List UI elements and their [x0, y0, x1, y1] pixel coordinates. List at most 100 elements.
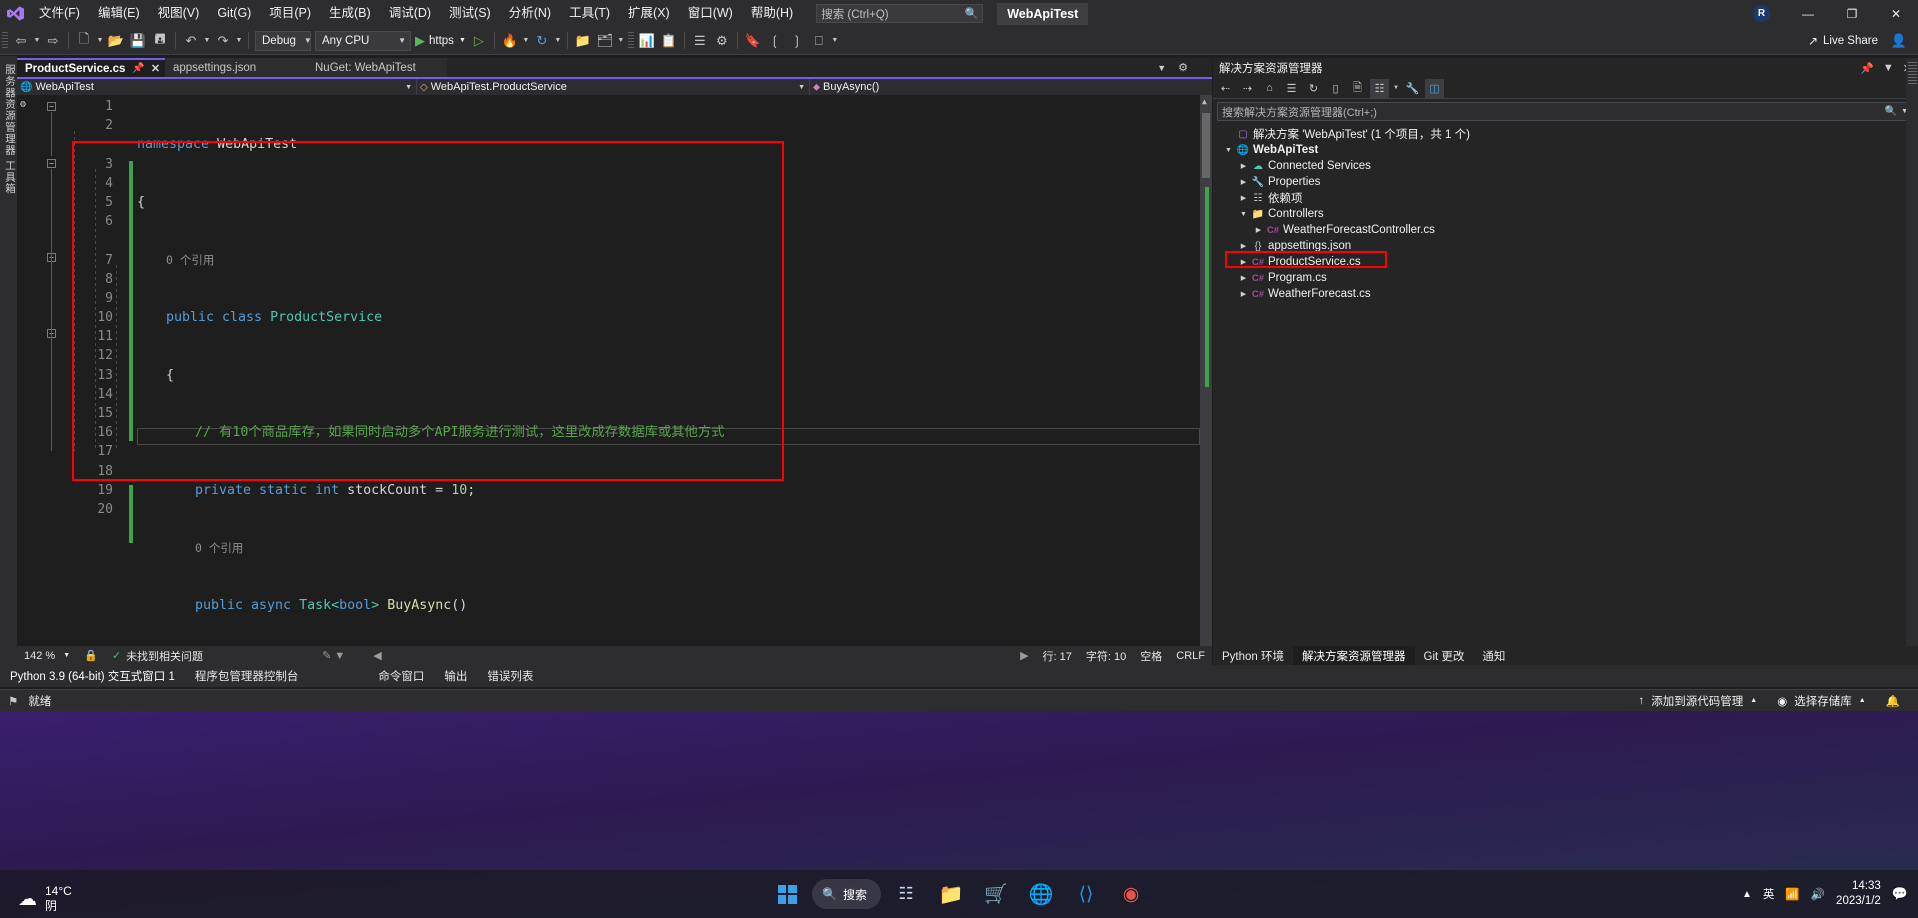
save-all-icon[interactable]: 🖪: [149, 30, 171, 52]
close-button[interactable]: ✕: [1874, 0, 1918, 27]
hot-reload-icon[interactable]: 🔥: [499, 30, 521, 52]
home-icon[interactable]: ⌂: [1260, 79, 1279, 98]
feedback-button[interactable]: 🔔: [1876, 690, 1910, 712]
document-outline-icon[interactable]: ⚙: [20, 99, 26, 110]
error-list-icon[interactable]: ⚙: [711, 30, 733, 52]
panel-menu-icon[interactable]: ▼: [1883, 62, 1894, 75]
collapse-all-icon[interactable]: ▯: [1326, 79, 1345, 98]
clock[interactable]: 14:33 2023/1/2: [1836, 879, 1881, 909]
pin-icon[interactable]: 📌: [132, 63, 144, 74]
tab-git-changes[interactable]: Git 更改: [1415, 646, 1474, 665]
solution-platform-combo[interactable]: Any CPU ▼: [315, 30, 411, 51]
expander-closed-icon[interactable]: ▶: [1237, 194, 1250, 202]
task-view-button[interactable]: ☷: [886, 874, 926, 914]
tree-node-appsettings-json[interactable]: ▶ {} appsettings.json: [1213, 238, 1918, 254]
indentation-indicator[interactable]: 空格: [1133, 648, 1169, 664]
menu-window[interactable]: 窗口(W): [679, 0, 742, 27]
redo-icon[interactable]: ↷: [212, 30, 234, 52]
preview-selected-icon[interactable]: ◫: [1425, 78, 1444, 98]
refresh-suggestions-icon[interactable]: 🔒: [77, 649, 105, 662]
bookmark-clear-icon[interactable]: ⎕: [808, 30, 830, 52]
toolbox-tab[interactable]: 工具箱: [0, 160, 17, 195]
tree-node-properties[interactable]: ▶ 🔧 Properties: [1213, 174, 1918, 190]
expander-closed-icon[interactable]: ▶: [1237, 178, 1250, 186]
solution-configuration-combo[interactable]: Debug ▼: [255, 30, 312, 51]
solution-explorer-icon[interactable]: 📊: [636, 30, 658, 52]
nav-project-dropdown[interactable]: 🌐 WebApiTest ▼: [17, 79, 417, 95]
properties-icon[interactable]: 🔧: [1403, 79, 1422, 98]
store-button[interactable]: 🛒: [976, 874, 1016, 914]
panel-python-interactive[interactable]: Python 3.9 (64-bit) 交互式窗口 1: [0, 665, 185, 687]
expander-open-icon[interactable]: ▼: [1237, 211, 1250, 218]
expander-closed-icon[interactable]: ▶: [1237, 258, 1250, 266]
nav-back-icon[interactable]: ⇠: [1216, 79, 1235, 98]
menu-file[interactable]: 文件(F): [30, 0, 89, 27]
file-explorer-button[interactable]: 📁: [931, 874, 971, 914]
ime-indicator[interactable]: 英: [1763, 886, 1775, 902]
tab-settings-gear-icon[interactable]: ⚙: [1178, 61, 1188, 74]
properties-window-icon[interactable]: 📋: [658, 30, 680, 52]
expander-closed-icon[interactable]: ▶: [1252, 226, 1265, 234]
panel-error-list[interactable]: 错误列表: [477, 665, 543, 687]
pin-icon[interactable]: 📌: [1860, 62, 1874, 75]
nav-forward-icon[interactable]: ⇢: [1238, 79, 1257, 98]
navigate-backward-icon[interactable]: ⇦: [10, 30, 32, 52]
add-to-source-control-button[interactable]: ↑ 添加到源代码管理 ▲: [1629, 690, 1768, 712]
select-repository-button[interactable]: ◉ 选择存储库 ▲: [1767, 690, 1875, 712]
start-button[interactable]: [767, 874, 807, 914]
scroll-left-icon[interactable]: ◀: [366, 649, 388, 662]
scroll-right-icon[interactable]: ▶: [1013, 649, 1035, 662]
expander-closed-icon[interactable]: ▶: [1237, 242, 1250, 250]
collapse-namespace-icon[interactable]: −: [47, 102, 56, 111]
toolbox-icon[interactable]: ☰: [689, 30, 711, 52]
navigate-forward-icon[interactable]: ⇨: [42, 30, 64, 52]
tab-notifications[interactable]: 通知: [1473, 646, 1514, 665]
tree-node-dependencies[interactable]: ▶ ☷ 依赖项: [1213, 190, 1918, 206]
undo-icon[interactable]: ↶: [180, 30, 202, 52]
tab-appsettings-json[interactable]: appsettings.json: [165, 58, 307, 77]
scrollbar-thumb[interactable]: [1202, 113, 1210, 178]
taskbar-search-box[interactable]: 🔍 搜索: [812, 879, 881, 909]
solution-explorer-search-input[interactable]: 搜索解决方案资源管理器(Ctrl+;) 🔍 ▼: [1217, 102, 1912, 121]
refresh-icon[interactable]: ↻: [531, 30, 553, 52]
tab-solution-explorer[interactable]: 解决方案资源管理器: [1293, 646, 1415, 665]
chevron-down-icon[interactable]: ▼: [1392, 79, 1400, 98]
save-icon[interactable]: 💾: [127, 30, 149, 52]
undo-dropdown-icon[interactable]: ▼: [202, 30, 212, 52]
nav-member-dropdown[interactable]: ⬥ BuyAsync(): [810, 79, 1190, 95]
refresh-icon[interactable]: ↻: [1304, 79, 1323, 98]
tab-list-chevron-icon[interactable]: ▼: [1157, 63, 1166, 73]
scroll-up-icon[interactable]: ▲: [1202, 97, 1207, 106]
expander-closed-icon[interactable]: ▶: [1237, 274, 1250, 282]
menu-git[interactable]: Git(G): [208, 0, 260, 27]
menu-analyze[interactable]: 分析(N): [500, 0, 560, 27]
menu-extensions[interactable]: 扩展(X): [619, 0, 679, 27]
line-ending-indicator[interactable]: CRLF: [1169, 650, 1212, 662]
live-share-button[interactable]: ↗ Live Share: [1808, 34, 1878, 48]
live-share-people-icon[interactable]: 👤: [1888, 30, 1910, 52]
weather-widget[interactable]: ☁ 14°C 阴: [18, 884, 72, 914]
edge-button[interactable]: 🌐: [1021, 874, 1061, 914]
menu-edit[interactable]: 编辑(E): [89, 0, 149, 27]
pending-changes-filter-icon[interactable]: ☰: [1282, 79, 1301, 98]
tree-node-productservice-cs[interactable]: ▶ C# ProductService.cs: [1213, 254, 1918, 270]
chrome-button[interactable]: ◉: [1111, 874, 1151, 914]
tray-overflow-icon[interactable]: ▲: [1742, 889, 1752, 900]
expander-closed-icon[interactable]: ▶: [1237, 162, 1250, 170]
start-debug-button[interactable]: ▶ https ▼: [413, 33, 468, 49]
server-explorer-tab[interactable]: 服务器资源管理器: [0, 64, 17, 156]
bookmark-prev-icon[interactable]: ❲: [764, 30, 786, 52]
navigate-backward-dropdown-icon[interactable]: ▼: [32, 30, 42, 52]
notification-center-icon[interactable]: 💬: [1892, 886, 1908, 902]
code-lens-reference-1[interactable]: 0 个引用: [137, 251, 1200, 270]
bookmark-next-icon[interactable]: ❳: [786, 30, 808, 52]
tree-node-weatherforecastcontroller[interactable]: ▶ C# WeatherForecastController.cs: [1213, 222, 1918, 238]
global-search-input[interactable]: 搜索 (Ctrl+Q) 🔍: [816, 4, 984, 23]
zoom-level-combo[interactable]: 142 % ▼: [17, 650, 77, 662]
panel-output[interactable]: 输出: [434, 665, 477, 687]
issues-indicator[interactable]: ✓ 未找到相关问题: [105, 648, 210, 664]
open-file-icon[interactable]: 📂: [105, 30, 127, 52]
code-lens-reference-2[interactable]: 0 个引用: [137, 539, 1200, 558]
panel-package-manager-console[interactable]: 程序包管理器控制台: [185, 665, 309, 687]
bookmark-icon[interactable]: 🔖: [742, 30, 764, 52]
